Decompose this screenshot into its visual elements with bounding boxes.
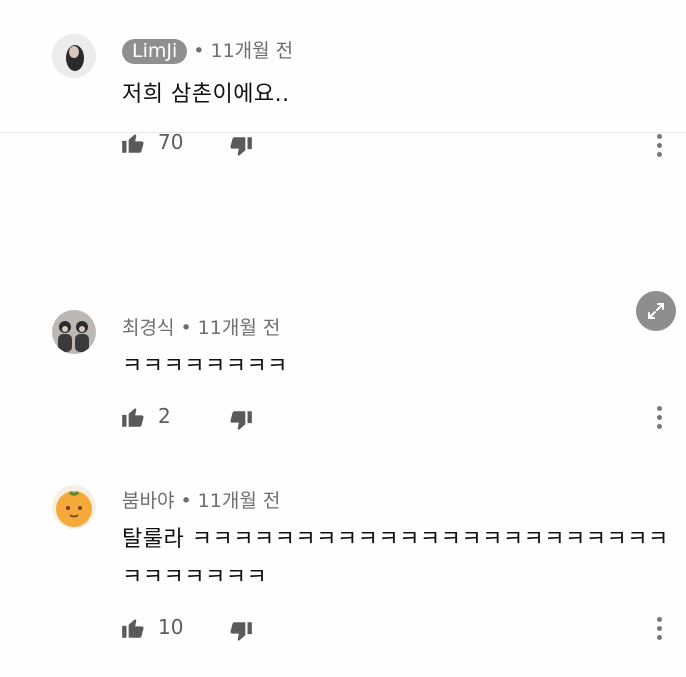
- avatar[interactable]: [52, 34, 96, 78]
- comment-time: 11개월 전: [197, 317, 281, 339]
- comment-time: 11개월 전: [210, 40, 294, 62]
- meta-separator: •: [193, 40, 205, 62]
- more-vertical-icon[interactable]: [652, 406, 666, 432]
- avatar[interactable]: [52, 485, 96, 529]
- comment-meta: 최경식 • 11개월 전: [122, 313, 280, 340]
- comment-text: ㅋㅋㅋㅋㅋㅋㅋㅋ: [122, 354, 288, 379]
- author-name[interactable]: 붐바야: [122, 490, 174, 512]
- like-count: 70: [158, 130, 184, 154]
- comment-text: 탈룰라 ㅋㅋㅋㅋㅋㅋㅋㅋㅋㅋㅋㅋㅋㅋㅋㅋㅋㅋㅋㅋㅋㅋㅋ: [122, 527, 669, 552]
- thumbs-down-icon[interactable]: [228, 619, 254, 645]
- divider: [0, 132, 686, 133]
- comment-meta: 붐바야 • 11개월 전: [122, 486, 280, 513]
- comment-text: 저희 삼촌이에요..: [122, 82, 290, 107]
- more-vertical-icon[interactable]: [652, 617, 666, 643]
- avatar[interactable]: [52, 310, 96, 354]
- author-name[interactable]: LimJi: [122, 39, 188, 64]
- thumbs-down-icon[interactable]: [228, 408, 254, 434]
- thumbs-up-icon[interactable]: [120, 130, 146, 156]
- thumbs-down-icon[interactable]: [228, 134, 254, 160]
- comment-meta: LimJi • 11개월 전: [122, 36, 293, 64]
- like-count: 10: [158, 615, 184, 639]
- meta-separator: •: [180, 490, 192, 512]
- comment-time: 11개월 전: [197, 490, 281, 512]
- author-name[interactable]: 최경식: [122, 317, 174, 339]
- like-count: 2: [158, 404, 171, 428]
- thumbs-up-icon[interactable]: [120, 404, 146, 430]
- expand-icon: [648, 303, 664, 319]
- thumbs-up-icon[interactable]: [120, 615, 146, 641]
- meta-separator: •: [180, 317, 192, 339]
- more-vertical-icon[interactable]: [652, 134, 666, 160]
- expand-button[interactable]: [636, 291, 676, 331]
- comment-text: ㅋㅋㅋㅋㅋㅋㅋ: [122, 565, 268, 590]
